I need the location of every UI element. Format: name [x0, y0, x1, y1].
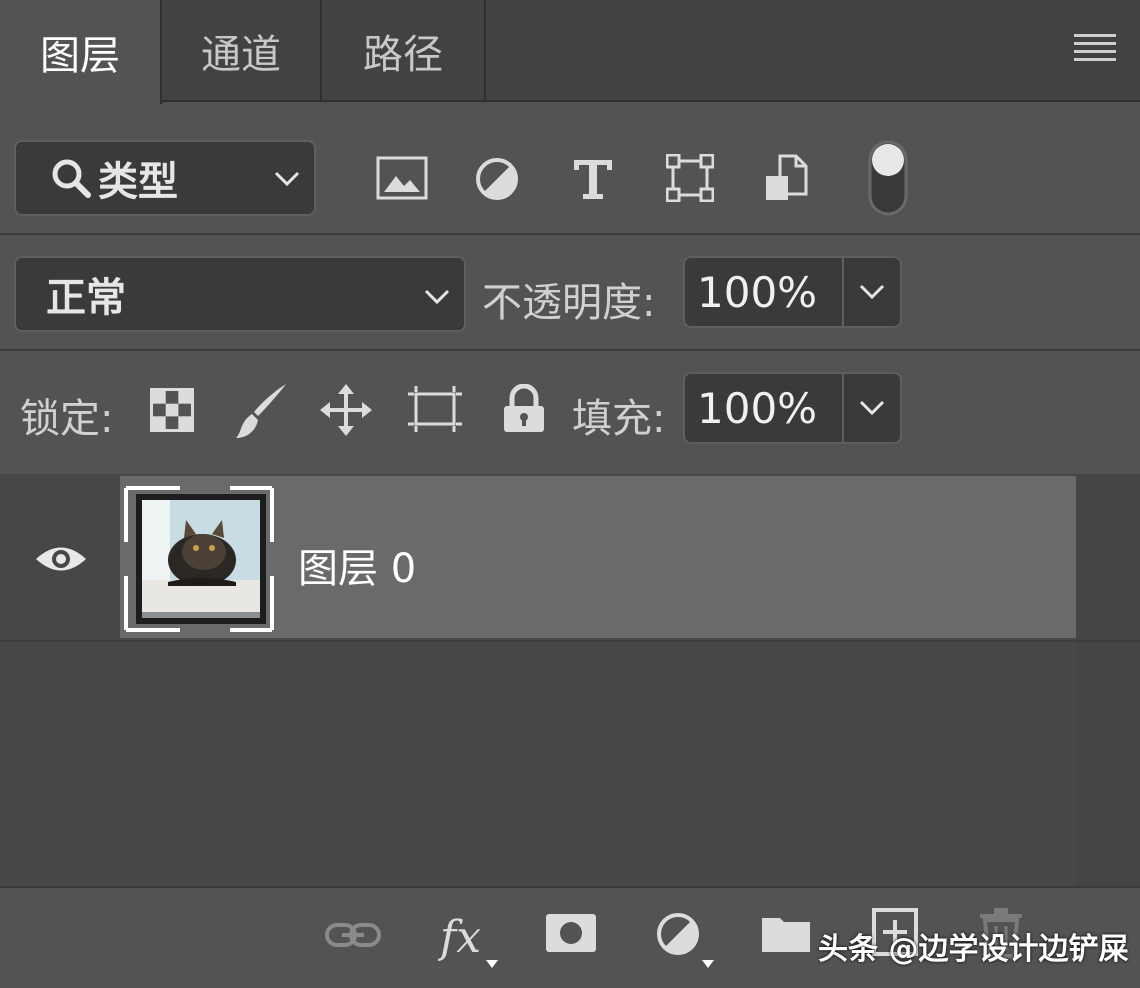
layer-name[interactable]: 图层 0: [298, 536, 416, 594]
blend-mode-value: 正常: [46, 275, 126, 321]
opacity-dropdown-button[interactable]: [844, 258, 900, 326]
opacity-field[interactable]: 100%: [683, 256, 902, 328]
shape-layer-filter-icon[interactable]: [666, 154, 714, 202]
chevron-down-icon: [859, 284, 885, 300]
lock-transparent-pixels-icon[interactable]: [150, 388, 194, 432]
lock-position-icon[interactable]: [320, 384, 372, 436]
layers-scrollbar[interactable]: [1076, 474, 1140, 886]
visibility-eye-icon[interactable]: [34, 542, 88, 576]
lock-artboard-icon[interactable]: [406, 384, 464, 434]
new-adjustment-layer-icon[interactable]: [656, 912, 722, 970]
chevron-down-icon: [859, 400, 885, 416]
adjustment-layer-filter-icon[interactable]: [474, 156, 520, 202]
lock-all-icon[interactable]: [502, 384, 546, 434]
panel-menu-icon[interactable]: [1074, 32, 1116, 62]
fill-field[interactable]: 100%: [683, 372, 902, 444]
layer-thumbnail[interactable]: [124, 486, 274, 632]
opacity-value[interactable]: 100%: [685, 258, 844, 326]
filter-toggle-switch[interactable]: [868, 140, 908, 216]
chevron-down-icon: [274, 171, 300, 187]
filter-kind-label: 类型: [98, 159, 178, 205]
add-mask-icon[interactable]: [544, 912, 598, 954]
panel-tab-bar: 图层 通道 路径: [0, 0, 1140, 104]
opacity-label: 不透明度:: [482, 280, 656, 326]
new-group-icon[interactable]: [760, 912, 812, 954]
link-layers-icon[interactable]: [324, 920, 382, 950]
fill-dropdown-button[interactable]: [844, 374, 900, 442]
pixel-layer-filter-icon[interactable]: [376, 156, 428, 200]
chevron-down-icon: [424, 289, 450, 305]
watermark-text: 头条 @边学设计边铲屎: [818, 932, 1129, 967]
fill-value[interactable]: 100%: [685, 374, 844, 442]
filter-kind-dropdown[interactable]: 类型: [14, 140, 316, 216]
smart-object-filter-icon[interactable]: [764, 154, 810, 204]
blend-mode-dropdown[interactable]: 正常: [14, 256, 466, 332]
svg-text:fx: fx: [438, 912, 481, 963]
fx-icon[interactable]: fx: [438, 908, 504, 970]
lock-image-pixels-icon[interactable]: [234, 382, 290, 440]
layer-row[interactable]: 图层 0: [120, 476, 1076, 638]
fill-label: 填充:: [572, 396, 666, 442]
tab-paths[interactable]: 路径: [322, 0, 486, 102]
type-layer-filter-icon[interactable]: [570, 156, 616, 202]
tab-channels[interactable]: 通道: [162, 0, 322, 102]
lock-label: 锁定:: [20, 396, 114, 442]
tab-layers[interactable]: 图层: [0, 0, 162, 104]
search-icon: [52, 159, 91, 198]
